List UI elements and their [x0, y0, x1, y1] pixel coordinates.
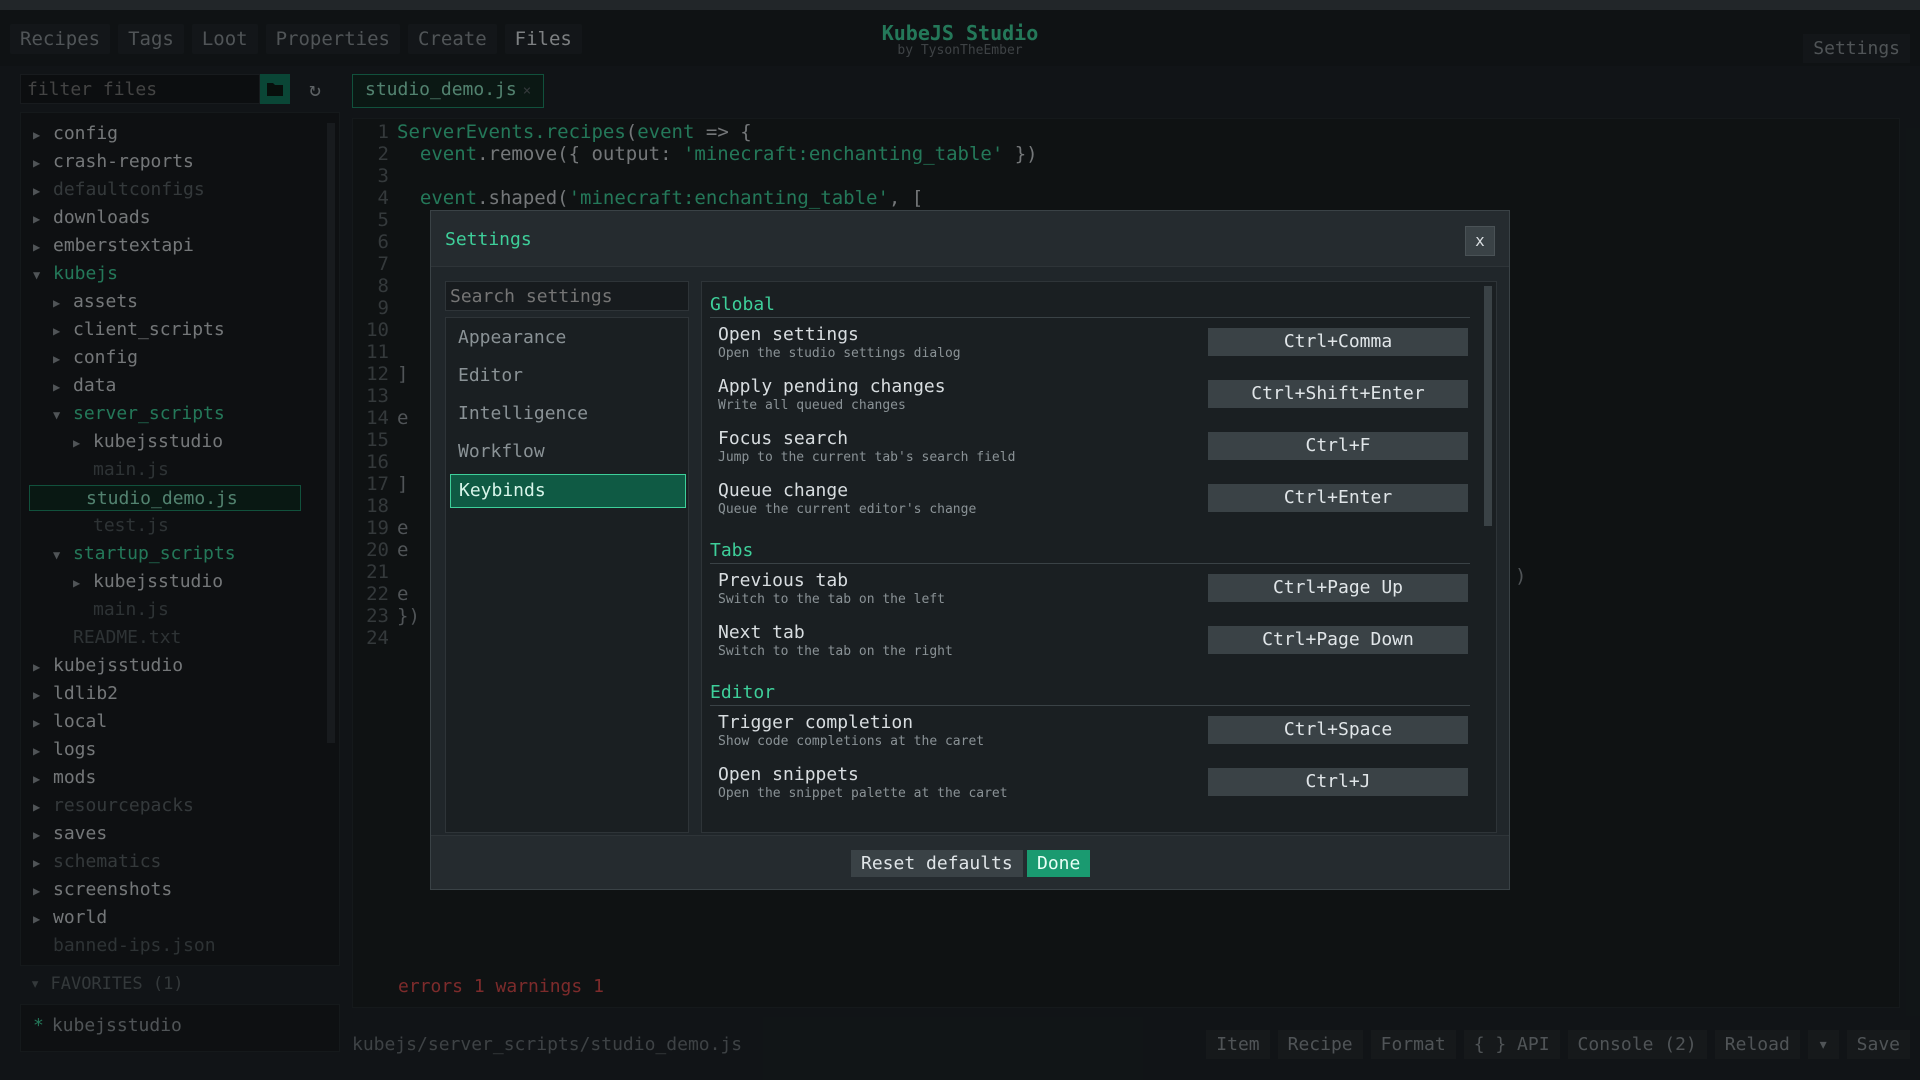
keybind-title: Next tab	[718, 622, 805, 643]
keybind-description: Queue the current editor's change	[718, 502, 977, 517]
dialog-title: Settings	[445, 229, 532, 250]
keybind-title: Focus search	[718, 428, 849, 449]
keybind-description: Jump to the current tab's search field	[718, 450, 1016, 465]
keybind-key-button[interactable]: Ctrl+Space	[1208, 716, 1468, 744]
keybind-description: Show code completions at the caret	[718, 734, 985, 749]
keybind-key-button[interactable]: Ctrl+Page Down	[1208, 626, 1468, 654]
keybind-key-button[interactable]: Ctrl+Shift+Enter	[1208, 380, 1468, 408]
keybind-title: Open settings	[718, 324, 859, 345]
settings-dialog: Settings x Appearance Editor Intelligence W…	[430, 210, 1510, 890]
keybind-description: Switch to the tab on the left	[718, 592, 945, 607]
settings-nav-workflow[interactable]: Workflow	[450, 436, 686, 470]
keybind-row: Focus search Jump to the current tab's se…	[718, 428, 1468, 474]
settings-nav-keybinds[interactable]: Keybinds	[450, 474, 686, 508]
reset-defaults-button[interactable]: Reset defaults	[851, 850, 1023, 877]
settings-nav-editor[interactable]: Editor	[450, 360, 686, 394]
keybinds-scrollbar[interactable]	[1484, 286, 1492, 526]
keybind-description: Open the snippet palette at the caret	[718, 786, 1008, 801]
keybind-row: Trigger completion Show code completions …	[718, 712, 1468, 758]
keybind-key-button[interactable]: Ctrl+F	[1208, 432, 1468, 460]
dialog-header: Settings x	[431, 211, 1509, 267]
keybind-description: Open the studio settings dialog	[718, 346, 961, 361]
keybind-row: Open settings Open the studio settings di…	[718, 324, 1468, 370]
section-title-editor: Editor	[710, 682, 1470, 706]
keybind-key-button[interactable]: Ctrl+Comma	[1208, 328, 1468, 356]
search-settings-input[interactable]	[445, 281, 689, 311]
keybind-title: Queue change	[718, 480, 849, 501]
dialog-footer: Reset defaults Done	[431, 835, 1509, 889]
settings-nav-appearance[interactable]: Appearance	[450, 322, 686, 356]
keybind-description: Write all queued changes	[718, 398, 906, 413]
keybind-row: Next tab Switch to the tab on the right Ct…	[718, 622, 1468, 668]
keybind-key-button[interactable]: Ctrl+Page Up	[1208, 574, 1468, 602]
keybind-description: Switch to the tab on the right	[718, 644, 953, 659]
keybind-title: Trigger completion	[718, 712, 914, 733]
keybind-row: Previous tab Switch to the tab on the lef…	[718, 570, 1468, 616]
keybind-row: Open snippets Open the snippet palette at…	[718, 764, 1468, 810]
section-title-tabs: Tabs	[710, 540, 1470, 564]
close-button[interactable]: x	[1465, 226, 1495, 256]
settings-nav: Appearance Editor Intelligence Workflow Keyb…	[445, 317, 689, 833]
settings-nav-intelligence[interactable]: Intelligence	[450, 398, 686, 432]
keybind-key-button[interactable]: Ctrl+Enter	[1208, 484, 1468, 512]
keybinds-panel: Global Open settings Open the studio setti…	[701, 281, 1497, 833]
keybind-title: Open snippets	[718, 764, 859, 785]
keybind-title: Previous tab	[718, 570, 849, 591]
done-button[interactable]: Done	[1027, 850, 1091, 877]
keybind-row: Apply pending changes Write all queued ch…	[718, 376, 1468, 422]
section-title-global: Global	[710, 294, 1470, 318]
keybind-row: Queue change Queue the current editor's c…	[718, 480, 1468, 526]
keybind-title: Apply pending changes	[718, 376, 946, 397]
keybind-key-button[interactable]: Ctrl+J	[1208, 768, 1468, 796]
